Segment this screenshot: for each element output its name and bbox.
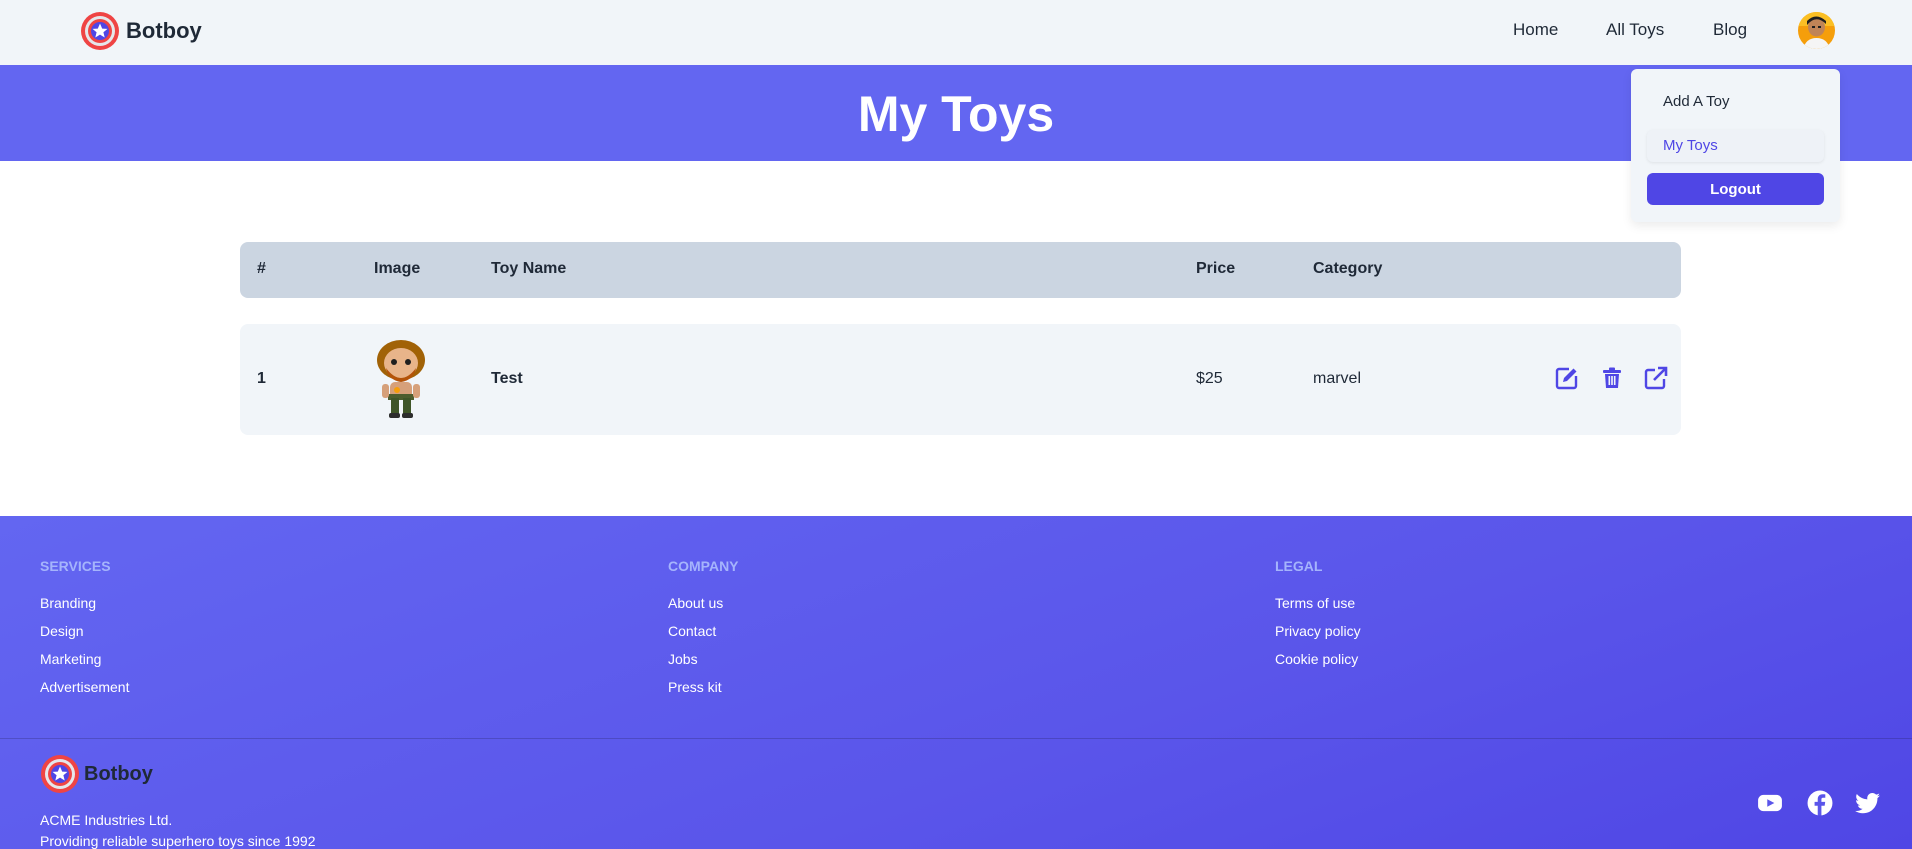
hero-banner: My Toys <box>0 65 1912 161</box>
footer-link-cookie[interactable]: Cookie policy <box>1275 651 1358 667</box>
edit-icon[interactable] <box>1555 366 1579 390</box>
footer-heading-legal: LEGAL <box>1275 558 1323 574</box>
brand[interactable]: Botboy <box>80 11 202 51</box>
footer-brand-name: Botboy <box>84 762 153 785</box>
footer-link-marketing[interactable]: Marketing <box>40 651 101 667</box>
footer-link-contact[interactable]: Contact <box>668 623 716 639</box>
footer-tagline: Providing reliable superhero toys since … <box>40 833 316 849</box>
footer-link-branding[interactable]: Branding <box>40 595 96 611</box>
footer-heading-company: COMPANY <box>668 558 739 574</box>
nav-link-home[interactable]: Home <box>1513 20 1558 40</box>
row-toy-name: Test <box>491 370 523 387</box>
brand-name: Botboy <box>126 18 202 43</box>
shield-star-icon <box>41 755 79 793</box>
user-dropdown-menu: Add A Toy My Toys Logout <box>1631 69 1840 222</box>
footer-heading-services: SERVICES <box>40 558 111 574</box>
table-row: 1 Test $25 marvel <box>240 324 1681 435</box>
menu-item-my-toys[interactable]: My Toys <box>1647 130 1824 162</box>
footer: SERVICES Branding Design Marketing Adver… <box>0 516 1912 849</box>
page-title: My Toys <box>857 86 1055 142</box>
nav-link-blog[interactable]: Blog <box>1713 20 1747 40</box>
header-index: # <box>257 260 266 277</box>
header-image: Image <box>374 260 421 277</box>
facebook-icon[interactable] <box>1807 790 1833 816</box>
logout-button[interactable]: Logout <box>1647 173 1824 205</box>
row-index: 1 <box>257 370 266 387</box>
table-header: # Image Toy Name Price Category <box>240 242 1681 298</box>
header-price: Price <box>1196 260 1236 277</box>
menu-item-add-toy[interactable]: Add A Toy <box>1647 86 1824 118</box>
youtube-icon[interactable] <box>1757 790 1783 816</box>
navbar: Botboy Home All Toys Blog <box>0 0 1912 65</box>
footer-link-terms[interactable]: Terms of use <box>1275 595 1355 611</box>
row-category: marvel <box>1313 370 1362 387</box>
footer-divider <box>0 738 1912 739</box>
footer-link-design[interactable]: Design <box>40 623 84 639</box>
open-external-icon[interactable] <box>1644 366 1668 390</box>
header-category: Category <box>1313 260 1383 277</box>
footer-link-advertisement[interactable]: Advertisement <box>40 679 129 695</box>
row-price: $25 <box>1196 370 1223 387</box>
footer-link-about[interactable]: About us <box>668 595 723 611</box>
user-avatar-icon[interactable] <box>1798 12 1835 49</box>
footer-brand[interactable]: Botboy <box>40 754 153 794</box>
footer-company: ACME Industries Ltd. <box>40 812 173 828</box>
twitter-icon[interactable] <box>1855 790 1881 816</box>
header-toy-name: Toy Name <box>491 260 567 277</box>
toy-figure-image <box>377 340 425 418</box>
footer-link-jobs[interactable]: Jobs <box>668 651 698 667</box>
delete-icon[interactable] <box>1600 366 1624 390</box>
nav-link-all-toys[interactable]: All Toys <box>1606 20 1664 40</box>
footer-link-press-kit[interactable]: Press kit <box>668 679 722 695</box>
shield-star-icon <box>81 12 119 50</box>
footer-link-privacy[interactable]: Privacy policy <box>1275 623 1361 639</box>
